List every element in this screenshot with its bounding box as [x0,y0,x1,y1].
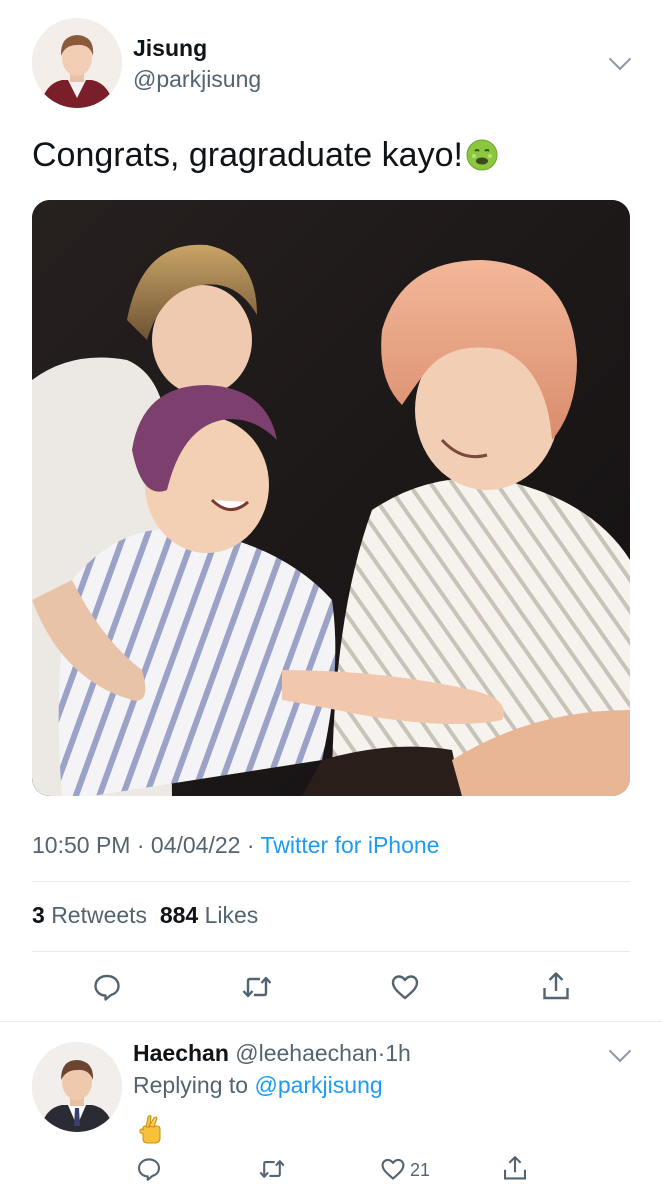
reply-time[interactable]: 1h [385,1040,411,1066]
heart-icon [381,1158,405,1180]
tweet-stats: 3 Retweets 884 Likes [32,902,258,929]
tweet-time: 10:50 PM [32,832,131,858]
nauseated-face-icon [465,138,499,172]
share-icon [503,1156,527,1180]
reply-reply-button[interactable] [136,1156,162,1182]
retweet-count: 3 [32,902,45,928]
tweet-meta: 10:50 PM · 04/04/22 · Twitter for iPhone [32,832,439,859]
likes-stat[interactable]: 884 Likes [160,902,258,928]
chevron-down-icon[interactable] [608,47,632,71]
reply-like-count: 21 [410,1160,431,1180]
like-count: 884 [159,902,199,928]
heart-icon [391,975,419,1000]
retweet-icon [242,976,272,998]
retweets-label: Retweets [51,902,148,928]
reply-header: Haechan @leehaechan·1h [133,1040,411,1067]
replying-to-label: Replying to [133,1072,249,1098]
retweet-icon [259,1160,285,1178]
chevron-down-icon[interactable] [608,1039,632,1063]
reply-retweet-button[interactable] [258,1156,286,1182]
tweet-photo[interactable] [32,200,630,796]
meta-separator: · [246,832,255,858]
tweet-text: Congrats, gragraduate kayo! [32,136,499,175]
tweet-date: 04/04/22 [150,832,241,858]
crossed-fingers-icon [137,1114,163,1144]
author-handle[interactable]: @parkjisung [133,66,261,93]
reply-icon [137,1158,161,1181]
replying-to: Replying to @parkjisung [133,1072,383,1099]
reply-button[interactable] [92,972,122,1002]
reply-author-avatar[interactable] [32,1042,122,1132]
share-icon [543,972,569,1000]
retweets-stat[interactable]: 3 Retweets [32,902,147,928]
divider [32,881,630,882]
divider [32,951,630,952]
reply-author-handle[interactable]: @leehaechan [235,1040,377,1066]
likes-label: Likes [204,902,259,928]
author-name[interactable]: Jisung [133,35,207,62]
like-button[interactable] [390,972,420,1002]
share-button[interactable] [541,970,571,1002]
reply-author-name[interactable]: Haechan [133,1040,229,1066]
tweet-text-body: Congrats, gragraduate kayo! [32,136,463,174]
divider [0,1021,662,1022]
author-avatar[interactable] [32,18,122,108]
replying-to-link[interactable]: @parkjisung [254,1072,382,1098]
reply-share-button[interactable] [502,1154,528,1182]
reply-like-button[interactable] [380,1156,406,1182]
retweet-button[interactable] [241,972,273,1002]
reply-icon [94,974,120,1001]
tweet-source-link[interactable]: Twitter for iPhone [260,832,439,858]
meta-separator: · [136,832,145,858]
